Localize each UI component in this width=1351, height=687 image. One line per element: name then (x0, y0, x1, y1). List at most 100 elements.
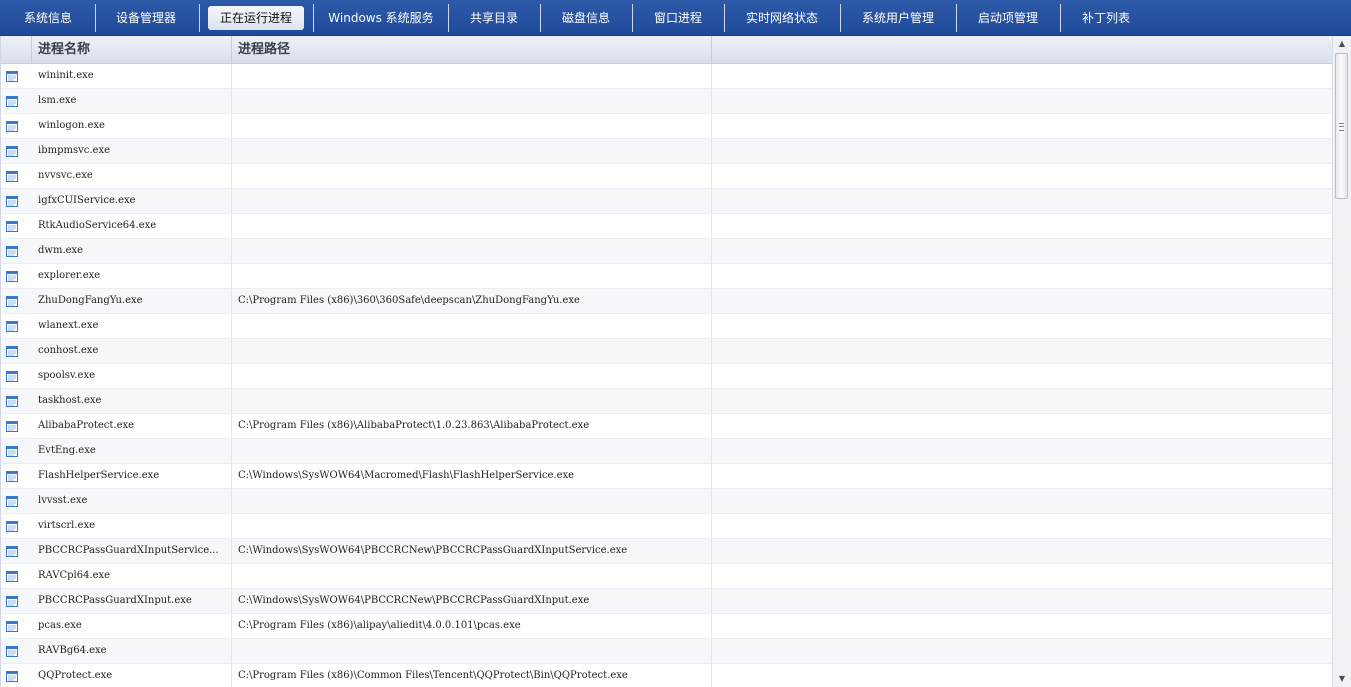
process-name-cell[interactable]: wininit.exe (32, 64, 232, 88)
column-header-process-name[interactable]: 进程名称 (32, 36, 232, 63)
row-icon-cell (1, 364, 32, 388)
process-name-cell[interactable]: taskhost.exe (32, 389, 232, 413)
process-name-cell[interactable]: lvvsst.exe (32, 489, 232, 513)
process-path-cell[interactable]: C:\Program Files (x86)\Common Files\Tenc… (232, 664, 712, 687)
process-path-cell[interactable] (232, 314, 712, 338)
process-path-cell[interactable] (232, 64, 712, 88)
empty-cell (712, 489, 1332, 513)
process-path-cell[interactable] (232, 114, 712, 138)
tab-network-status[interactable]: 实时网络状态 (730, 6, 834, 30)
table-row[interactable]: spoolsv.exe (1, 364, 1332, 389)
process-path-cell[interactable] (232, 389, 712, 413)
process-name-cell[interactable]: PBCCRCPassGuardXInput.exe (32, 589, 232, 613)
tab-device-manager[interactable]: 设备管理器 (100, 6, 192, 30)
process-path-cell[interactable] (232, 89, 712, 113)
table-row[interactable]: PBCCRCPassGuardXInputService... C:\Window… (1, 539, 1332, 564)
process-name-cell[interactable]: virtscrl.exe (32, 514, 232, 538)
process-path-cell[interactable]: C:\Program Files (x86)\360\360Safe\deeps… (232, 289, 712, 313)
process-name-cell[interactable]: ibmpmsvc.exe (32, 139, 232, 163)
table-row[interactable]: RtkAudioService64.exe (1, 214, 1332, 239)
table-row[interactable]: ZhuDongFangYu.exe C:\Program Files (x86)\… (1, 289, 1332, 314)
tab-running-processes[interactable]: 正在运行进程 (208, 6, 304, 30)
process-path-cell[interactable] (232, 164, 712, 188)
table-row[interactable]: QQProtect.exe C:\Program Files (x86)\Comm… (1, 664, 1332, 687)
process-name-cell[interactable]: RtkAudioService64.exe (32, 214, 232, 238)
table-row[interactable]: igfxCUIService.exe (1, 189, 1332, 214)
tab-startup-items[interactable]: 启动项管理 (962, 6, 1054, 30)
table-row[interactable]: lsm.exe (1, 89, 1332, 114)
process-name-cell[interactable]: nvvsvc.exe (32, 164, 232, 188)
table-row[interactable]: RAVBg64.exe (1, 639, 1332, 664)
process-path-cell[interactable]: C:\Program Files (x86)\AlibabaProtect\1.… (232, 414, 712, 438)
process-path-cell[interactable] (232, 489, 712, 513)
empty-cell (712, 314, 1332, 338)
process-path-cell[interactable] (232, 514, 712, 538)
process-path-cell[interactable] (232, 189, 712, 213)
table-row[interactable]: virtscrl.exe (1, 514, 1332, 539)
process-name-cell[interactable]: conhost.exe (32, 339, 232, 363)
process-name-cell[interactable]: lsm.exe (32, 89, 232, 113)
process-name-cell[interactable]: FlashHelperService.exe (32, 464, 232, 488)
process-path-cell[interactable]: C:\Windows\SysWOW64\PBCCRCNew\PBCCRCPass… (232, 589, 712, 613)
tab-system-info[interactable]: 系统信息 (8, 6, 88, 30)
table-row[interactable]: EvtEng.exe (1, 439, 1332, 464)
table-row[interactable]: dwm.exe (1, 239, 1332, 264)
process-name-cell[interactable]: wlanext.exe (32, 314, 232, 338)
table-row[interactable]: PBCCRCPassGuardXInput.exe C:\Windows\SysW… (1, 589, 1332, 614)
empty-cell (712, 264, 1332, 288)
tab-disk-info[interactable]: 磁盘信息 (546, 6, 626, 30)
scroll-down-arrow-icon[interactable]: ▼ (1333, 671, 1351, 687)
tab-shared-folders[interactable]: 共享目录 (454, 6, 534, 30)
table-row[interactable]: wlanext.exe (1, 314, 1332, 339)
table-row[interactable]: ibmpmsvc.exe (1, 139, 1332, 164)
process-name-cell[interactable]: EvtEng.exe (32, 439, 232, 463)
process-name-cell[interactable]: AlibabaProtect.exe (32, 414, 232, 438)
process-name-cell[interactable]: ZhuDongFangYu.exe (32, 289, 232, 313)
process-path-cell[interactable]: C:\Windows\SysWOW64\PBCCRCNew\PBCCRCPass… (232, 539, 712, 563)
table-row[interactable]: nvvsvc.exe (1, 164, 1332, 189)
process-path-cell[interactable]: C:\Program Files (x86)\alipay\aliedit\4.… (232, 614, 712, 638)
process-name-cell[interactable]: PBCCRCPassGuardXInputService... (32, 539, 232, 563)
process-path-cell[interactable] (232, 339, 712, 363)
vertical-scrollbar[interactable]: ▲ ▼ (1332, 36, 1351, 687)
column-header-process-path[interactable]: 进程路径 (232, 36, 712, 63)
process-path-cell[interactable] (232, 264, 712, 288)
process-name-cell[interactable]: pcas.exe (32, 614, 232, 638)
table-row[interactable]: winlogon.exe (1, 114, 1332, 139)
process-name-cell[interactable]: winlogon.exe (32, 114, 232, 138)
row-icon-cell (1, 514, 32, 538)
table-row[interactable]: pcas.exe C:\Program Files (x86)\alipay\al… (1, 614, 1332, 639)
scrollbar-thumb[interactable] (1335, 53, 1348, 199)
process-path-cell[interactable]: C:\Windows\SysWOW64\Macromed\Flash\Flash… (232, 464, 712, 488)
table-row[interactable]: AlibabaProtect.exe C:\Program Files (x86)… (1, 414, 1332, 439)
table-row[interactable]: taskhost.exe (1, 389, 1332, 414)
process-path-cell[interactable] (232, 564, 712, 588)
process-path-cell[interactable] (232, 239, 712, 263)
process-name-cell[interactable]: RAVBg64.exe (32, 639, 232, 663)
process-path-cell[interactable] (232, 439, 712, 463)
process-name-cell[interactable]: RAVCpl64.exe (32, 564, 232, 588)
process-name-cell[interactable]: dwm.exe (32, 239, 232, 263)
process-name-cell[interactable]: QQProtect.exe (32, 664, 232, 687)
table-row[interactable]: RAVCpl64.exe (1, 564, 1332, 589)
empty-cell (712, 189, 1332, 213)
process-path-cell[interactable] (232, 364, 712, 388)
table-row[interactable]: FlashHelperService.exe C:\Windows\SysWOW6… (1, 464, 1332, 489)
scroll-up-arrow-icon[interactable]: ▲ (1333, 36, 1351, 52)
process-path-cell[interactable] (232, 214, 712, 238)
tab-patch-list[interactable]: 补丁列表 (1066, 6, 1146, 30)
tab-windows-services[interactable]: Windows 系统服务 (320, 6, 442, 30)
table-row[interactable]: explorer.exe (1, 264, 1332, 289)
process-name-cell[interactable]: explorer.exe (32, 264, 232, 288)
table-row[interactable]: lvvsst.exe (1, 489, 1332, 514)
table-row[interactable]: wininit.exe (1, 64, 1332, 89)
empty-cell (712, 64, 1332, 88)
process-path-cell[interactable] (232, 639, 712, 663)
tab-user-management[interactable]: 系统用户管理 (846, 6, 950, 30)
table-row[interactable]: conhost.exe (1, 339, 1332, 364)
process-name-cell[interactable]: igfxCUIService.exe (32, 189, 232, 213)
process-window-icon (6, 271, 18, 282)
tab-window-processes[interactable]: 窗口进程 (638, 6, 718, 30)
process-path-cell[interactable] (232, 139, 712, 163)
process-name-cell[interactable]: spoolsv.exe (32, 364, 232, 388)
